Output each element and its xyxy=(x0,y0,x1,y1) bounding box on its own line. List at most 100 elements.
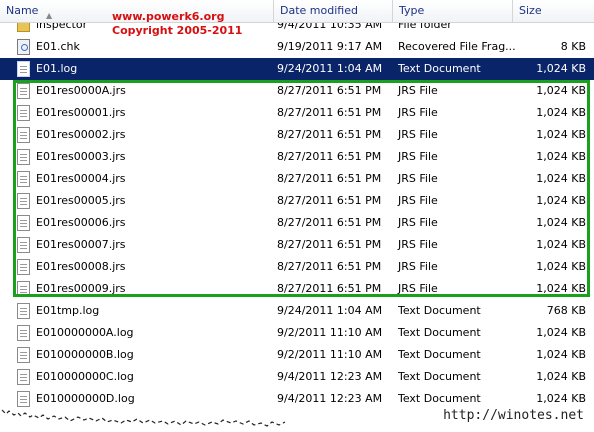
file-type: Recovered File Frag... xyxy=(398,40,516,53)
file-row[interactable]: E01.chk 9/19/2011 9:17 AM Recovered File F… xyxy=(0,36,594,58)
document-icon xyxy=(17,325,30,341)
document-icon xyxy=(17,281,30,297)
file-type: JRS File xyxy=(398,150,438,163)
file-name: E01res00009.jrs xyxy=(36,282,126,295)
file-size: 1,024 KB xyxy=(536,150,586,163)
file-type: Text Document xyxy=(398,326,481,339)
file-name: E01res00002.jrs xyxy=(36,128,126,141)
file-size: 1,024 KB xyxy=(536,282,586,295)
file-date: 8/27/2011 6:51 PM xyxy=(277,128,382,141)
file-date: 9/24/2011 1:04 AM xyxy=(277,62,383,75)
document-icon xyxy=(17,303,30,319)
file-row[interactable]: E01res00007.jrs 8/27/2011 6:51 PM JRS File… xyxy=(0,234,594,256)
file-date: 9/2/2011 11:10 AM xyxy=(277,348,383,361)
file-size: 1,024 KB xyxy=(536,172,586,185)
file-type: JRS File xyxy=(398,216,438,229)
file-size: 1,024 KB xyxy=(536,194,586,207)
date-column-header[interactable]: Date modified xyxy=(274,0,393,22)
file-date: 9/19/2011 9:17 AM xyxy=(277,40,383,53)
file-date: 8/27/2011 6:51 PM xyxy=(277,106,382,119)
watermark-url: www.powerk6.org xyxy=(112,10,225,23)
file-row[interactable]: E01res00006.jrs 8/27/2011 6:51 PM JRS File… xyxy=(0,212,594,234)
file-date: 8/27/2011 6:51 PM xyxy=(277,282,382,295)
document-icon xyxy=(17,61,30,77)
file-date: 9/24/2011 1:04 AM xyxy=(277,304,383,317)
file-type: JRS File xyxy=(398,84,438,97)
file-size: 1,024 KB xyxy=(536,326,586,339)
file-size: 768 KB xyxy=(546,304,586,317)
date-column-label: Date modified xyxy=(280,4,358,17)
file-row[interactable]: E01res00001.jrs 8/27/2011 6:51 PM JRS File… xyxy=(0,102,594,124)
file-type: JRS File xyxy=(398,128,438,141)
file-row[interactable]: E01.log 9/24/2011 1:04 AM Text Document 1,0… xyxy=(0,58,594,80)
document-icon xyxy=(17,369,30,385)
file-row[interactable]: E01res0000A.jrs 8/27/2011 6:51 PM JRS File… xyxy=(0,80,594,102)
watermark: www.powerk6.org Copyright 2005-2011 xyxy=(112,10,242,38)
file-name: E01res00001.jrs xyxy=(36,106,126,119)
file-date: 8/27/2011 6:51 PM xyxy=(277,260,382,273)
file-type: Text Document xyxy=(398,370,481,383)
document-icon xyxy=(17,83,30,99)
file-date: 8/27/2011 6:51 PM xyxy=(277,172,382,185)
file-row[interactable]: E01res00008.jrs 8/27/2011 6:51 PM JRS File… xyxy=(0,256,594,278)
document-icon xyxy=(17,193,30,209)
file-name: E01res00006.jrs xyxy=(36,216,126,229)
type-column-label: Type xyxy=(399,4,425,17)
document-icon xyxy=(17,215,30,231)
file-name: E01res0000A.jrs xyxy=(36,84,126,97)
file-row[interactable]: E010000000B.log 9/2/2011 11:10 AM Text Doc… xyxy=(0,344,594,366)
credit-url: http://winotes.net xyxy=(441,408,586,423)
file-row[interactable]: E01res00009.jrs 8/27/2011 6:51 PM JRS File… xyxy=(0,278,594,300)
file-size: 1,024 KB xyxy=(536,370,586,383)
file-row[interactable]: E01res00004.jrs 8/27/2011 6:51 PM JRS File… xyxy=(0,168,594,190)
size-column-label: Size xyxy=(519,4,542,17)
file-name: E010000000B.log xyxy=(36,348,134,361)
file-name: E010000000C.log xyxy=(36,370,134,383)
chk-file-icon xyxy=(17,39,30,55)
file-size: 8 KB xyxy=(560,40,586,53)
file-type: Text Document xyxy=(398,62,481,75)
file-row[interactable]: E01res00003.jrs 8/27/2011 6:51 PM JRS File… xyxy=(0,146,594,168)
document-icon xyxy=(17,237,30,253)
file-size: 1,024 KB xyxy=(536,84,586,97)
file-name: E01.log xyxy=(36,62,78,75)
file-row[interactable]: E01tmp.log 9/24/2011 1:04 AM Text Document… xyxy=(0,300,594,322)
watermark-copyright: Copyright 2005-2011 xyxy=(112,24,243,37)
file-name: E010000000A.log xyxy=(36,326,134,339)
file-type: JRS File xyxy=(398,282,438,295)
file-type: JRS File xyxy=(398,238,438,251)
document-icon xyxy=(17,259,30,275)
sort-ascending-icon: ▲ xyxy=(46,11,53,20)
type-column-header[interactable]: Type xyxy=(393,0,513,22)
file-size: 1,024 KB xyxy=(536,238,586,251)
file-row[interactable]: E010000000A.log 9/2/2011 11:10 AM Text Doc… xyxy=(0,322,594,344)
file-name: E01tmp.log xyxy=(36,304,100,317)
column-header: Name ▲ Date modified Type Size xyxy=(0,0,594,23)
name-column-label: Name xyxy=(6,4,39,17)
file-size: 1,024 KB xyxy=(536,62,586,75)
file-name: E01res00004.jrs xyxy=(36,172,126,185)
file-date: 8/27/2011 6:51 PM xyxy=(277,84,382,97)
file-list: inspector 9/4/2011 10:35 AM File folder E01… xyxy=(0,14,594,410)
file-type: Text Document xyxy=(398,304,481,317)
file-date: 8/27/2011 6:51 PM xyxy=(277,216,382,229)
document-icon xyxy=(17,347,30,363)
file-date: 8/27/2011 6:51 PM xyxy=(277,238,382,251)
file-size: 1,024 KB xyxy=(536,106,586,119)
file-size: 1,024 KB xyxy=(536,216,586,229)
file-type: JRS File xyxy=(398,172,438,185)
document-icon xyxy=(17,149,30,165)
document-icon xyxy=(17,171,30,187)
file-name: E01res00003.jrs xyxy=(36,150,126,163)
file-date: 9/4/2011 12:23 AM xyxy=(277,370,383,383)
document-icon xyxy=(17,127,30,143)
file-name: E01res00005.jrs xyxy=(36,194,126,207)
file-name: E01.chk xyxy=(36,40,80,53)
file-date: 8/27/2011 6:51 PM xyxy=(277,150,382,163)
file-row[interactable]: E01res00002.jrs 8/27/2011 6:51 PM JRS File… xyxy=(0,124,594,146)
file-date: 8/27/2011 6:51 PM xyxy=(277,194,382,207)
file-row[interactable]: E01res00005.jrs 8/27/2011 6:51 PM JRS File… xyxy=(0,190,594,212)
file-size: 1,024 KB xyxy=(536,260,586,273)
file-row[interactable]: E010000000C.log 9/4/2011 12:23 AM Text Doc… xyxy=(0,366,594,388)
size-column-header[interactable]: Size xyxy=(513,0,594,22)
